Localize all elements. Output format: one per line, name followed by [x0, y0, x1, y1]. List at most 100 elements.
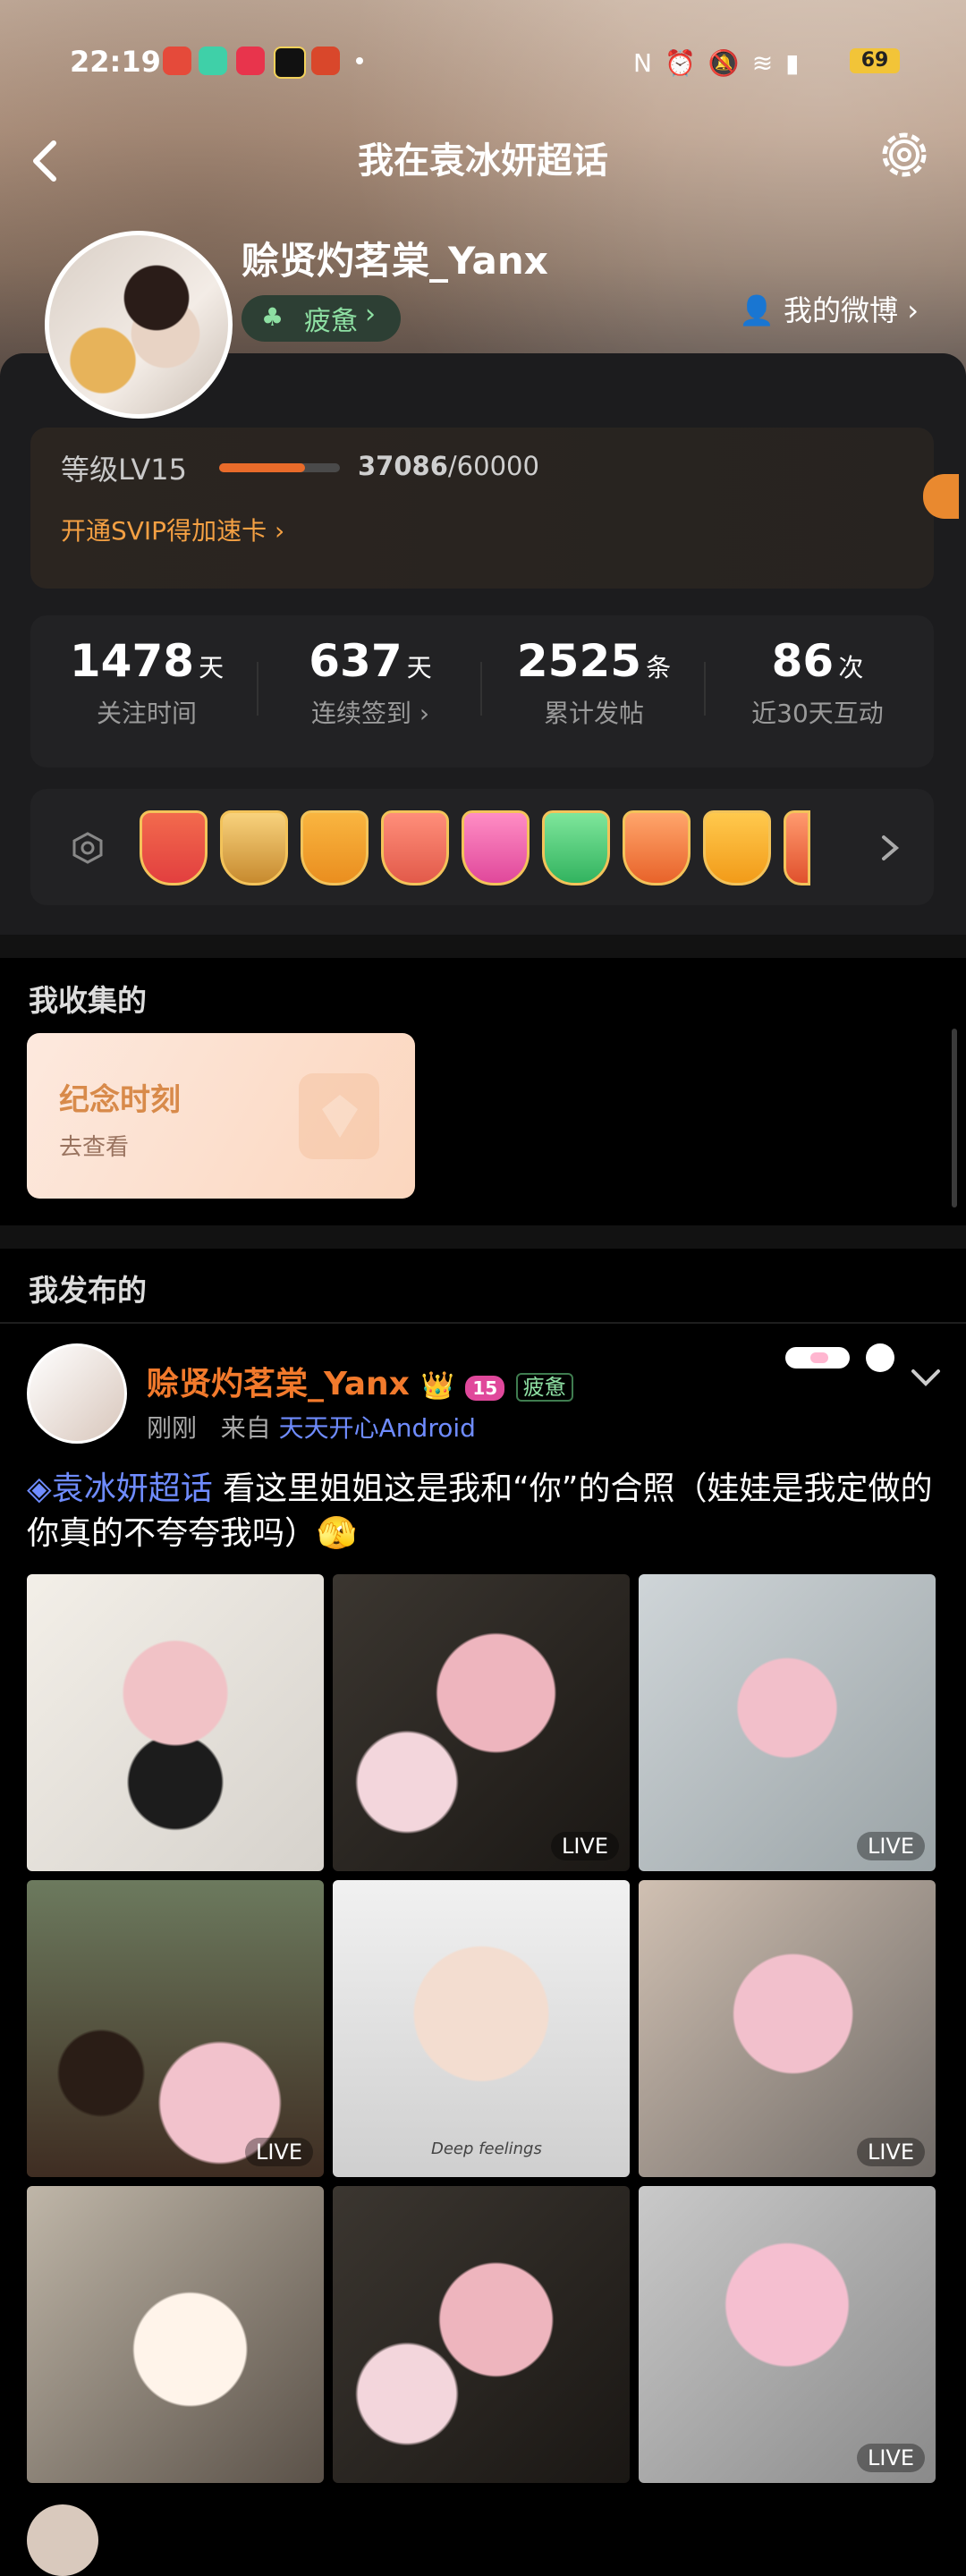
memorial-card-subtitle: 去查看: [59, 1134, 130, 1161]
lv15-badge-icon[interactable]: [462, 810, 530, 886]
chevron-right-icon: ›: [365, 299, 376, 330]
status-time: 22:19: [70, 45, 161, 79]
floating-badge[interactable]: [923, 474, 959, 519]
stat-number: 2525: [516, 635, 642, 687]
status-label: 疲惫: [304, 306, 358, 337]
post-username-text: 赊贤灼茗棠_Yanx: [147, 1366, 410, 1402]
level-progress-fill: [219, 463, 305, 472]
stat-unit: 天: [199, 653, 225, 682]
badge-icon[interactable]: [784, 810, 810, 886]
post-client[interactable]: 天天开心Android: [279, 1413, 476, 1443]
my-weibo-label: 我的微博: [784, 293, 899, 327]
decoration-icon: [785, 1343, 894, 1372]
app-icon: [311, 47, 340, 75]
post-username[interactable]: 赊贤灼茗棠_Yanx 👑 15 疲惫: [147, 1358, 573, 1404]
post-text: ◈袁冰妍超话 看这里姐姐这是我和“你”的合照（娃娃是我定做的你真的不夸夸我吗）🫣: [27, 1467, 939, 1556]
post-time: 刚刚: [147, 1413, 198, 1443]
stat-number: 1478: [69, 635, 195, 687]
weibo-icon: [163, 47, 191, 75]
level-points: 37086/60000: [358, 451, 539, 481]
section-divider: [0, 935, 966, 958]
signal-icon: ▮: [785, 48, 812, 78]
post-photo[interactable]: [27, 1574, 324, 1871]
username: 赊贤灼茗棠_Yanx: [242, 239, 548, 283]
post-photo[interactable]: LIVE: [639, 1880, 936, 2177]
chevron-right-icon[interactable]: [877, 832, 903, 864]
stat-label: 近30天互动: [751, 699, 884, 728]
post-photo[interactable]: Deep feelings: [333, 1880, 630, 2177]
crown-icon: 👑: [420, 1370, 454, 1402]
cat-badge-icon[interactable]: [381, 810, 449, 886]
battery-indicator: 69: [850, 48, 900, 73]
calendar-gift-icon: [299, 1073, 379, 1159]
30-days-badge-icon[interactable]: [703, 810, 771, 886]
stat-label: 关注时间: [96, 699, 197, 728]
photo-caption-deco: Deep feelings: [431, 2140, 542, 2158]
divider: [0, 1322, 966, 1324]
stat-posts: 2525 条 累计发帖: [482, 635, 706, 730]
stat-interactions: 86 次 近30天互动: [706, 635, 929, 730]
live-badge: LIVE: [550, 1832, 619, 1860]
level-label: 等级LV15: [61, 453, 187, 487]
stat-unit: 天: [406, 653, 432, 682]
wifi-icon: ≋: [751, 48, 786, 78]
100-days-badge-icon[interactable]: [623, 810, 691, 886]
post-photo[interactable]: LIVE: [639, 1574, 936, 1871]
stat-number: 86: [771, 635, 835, 687]
next-post-avatar[interactable]: [27, 2504, 98, 2576]
level-max: /60000: [447, 451, 539, 481]
app-icon: [199, 47, 227, 75]
hand-badge-icon[interactable]: [542, 810, 610, 886]
collection-title: 我收集的: [29, 983, 147, 1018]
stat-unit: 条: [646, 653, 672, 682]
post-photo[interactable]: LIVE: [639, 2186, 936, 2483]
post-meta: 刚刚 来自 天天开心Android: [147, 1409, 476, 1445]
post-avatar[interactable]: [27, 1343, 127, 1444]
chevron-down-icon[interactable]: [908, 1364, 944, 1391]
app-icon: [236, 47, 265, 75]
nfc-icon: N: [633, 48, 665, 78]
post-photo[interactable]: LIVE: [27, 1880, 324, 2177]
dot-icon: [356, 57, 363, 64]
post-status-badge: 疲惫: [515, 1373, 573, 1402]
stat-checkin-days[interactable]: 637 天 连续签到 ›: [258, 635, 482, 730]
level-badge: 15: [465, 1376, 505, 1401]
post-photo[interactable]: LIVE: [333, 1574, 630, 1871]
gear-icon[interactable]: [875, 125, 934, 184]
alarm-icon: ⏰: [664, 48, 708, 78]
live-badge: LIVE: [856, 2444, 925, 2472]
post-from: 来自: [220, 1413, 271, 1443]
stat-follow-days: 1478 天 关注时间: [35, 635, 258, 730]
level-current: 37086: [358, 451, 448, 481]
avatar[interactable]: [45, 231, 233, 419]
svip-label: 开通SVIP得加速卡: [61, 516, 267, 546]
super-badge-icon[interactable]: [220, 810, 288, 886]
memorial-card-title: 纪念时刻: [59, 1082, 181, 1118]
published-title: 我发布的: [29, 1273, 147, 1308]
badge-icon[interactable]: [140, 810, 208, 886]
stat-label: 累计发帖: [543, 699, 644, 728]
person-status-icon: ♣: [261, 302, 284, 332]
live-badge: LIVE: [856, 2138, 925, 2166]
svip-link[interactable]: 开通SVIP得加速卡 ›: [61, 512, 284, 547]
person-icon: 👤: [739, 293, 775, 327]
chevron-right-icon: ›: [267, 516, 285, 546]
chevron-right-icon: ›: [411, 699, 430, 728]
scrollbar[interactable]: [952, 1029, 957, 1208]
chevron-right-icon: ›: [907, 293, 919, 327]
my-weibo-link[interactable]: 👤 我的微博 ›: [739, 288, 919, 329]
crown-badge-icon[interactable]: [301, 810, 369, 886]
page-title: 我在袁冰妍超话: [358, 140, 608, 182]
stat-label: 连续签到: [310, 699, 411, 728]
section-divider: [0, 1225, 966, 1249]
live-badge: LIVE: [856, 1832, 925, 1860]
post-photo[interactable]: [27, 2186, 324, 2483]
app-icon: [274, 47, 306, 79]
stat-number: 637: [309, 635, 402, 687]
medal-icon: [72, 832, 103, 864]
system-status-icons: N⏰🔕≋▮: [633, 48, 812, 78]
mute-icon: 🔕: [708, 48, 752, 78]
supertopic-tag[interactable]: 袁冰妍超话: [52, 1470, 213, 1507]
post-photo[interactable]: [333, 2186, 630, 2483]
stat-unit: 次: [838, 653, 864, 682]
